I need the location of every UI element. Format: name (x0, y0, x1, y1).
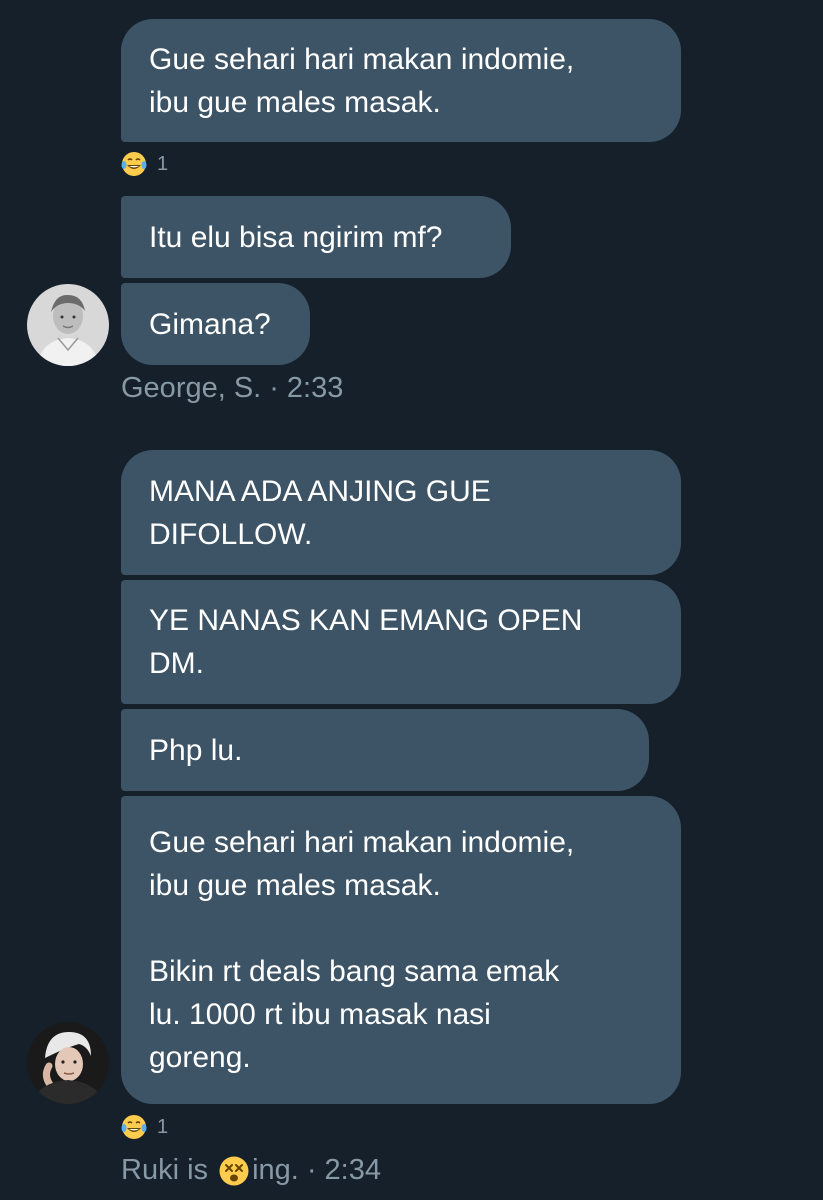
avatar[interactable] (27, 1022, 109, 1104)
reaction-count: 1 (157, 1115, 169, 1138)
sender-name-suffix: ing. (252, 1154, 299, 1186)
timestamp: 2:33 (286, 372, 344, 404)
message-text: Gue sehari hari makan indomie, ibu gue m… (149, 42, 575, 119)
tears-of-joy-icon (121, 1114, 147, 1140)
sender-name: Ruki is (121, 1154, 217, 1186)
message-text: Itu elu bisa ngirim mf? (149, 220, 443, 254)
message-text: YE NANAS KAN EMANG OPEN DM. (149, 604, 583, 680)
message-bubble[interactable]: Gue sehari hari makan indomie, ibu gue m… (121, 19, 681, 142)
avatar[interactable] (27, 284, 109, 366)
reaction[interactable]: 1 (121, 1114, 168, 1140)
tears-of-joy-icon (121, 151, 147, 177)
reaction[interactable]: 1 (121, 151, 168, 177)
message-bubble[interactable]: Gimana? (121, 283, 310, 365)
message-bubble[interactable]: MANA ADA ANJING GUE DIFOLLOW. (121, 450, 681, 575)
message-meta: George, S. · 2:33 (121, 372, 343, 405)
message-text: MANA ADA ANJING GUE DIFOLLOW. (149, 474, 491, 551)
message-text: Gue sehari hari makan indomie, ibu gue m… (149, 826, 575, 1074)
message-bubble[interactable]: Itu elu bisa ngirim mf? (121, 196, 511, 278)
separator: · (306, 1154, 317, 1186)
message-bubble[interactable]: Gue sehari hari makan indomie, ibu gue m… (121, 796, 681, 1104)
separator: · (269, 372, 279, 404)
reaction-count: 1 (157, 152, 169, 175)
message-text: Gimana? (149, 307, 271, 341)
sender-name: George, S. (121, 372, 262, 404)
message-bubble[interactable]: YE NANAS KAN EMANG OPEN DM. (121, 580, 681, 704)
message-bubble[interactable]: Php lu. (121, 709, 649, 791)
dizzy-face-icon (218, 1155, 250, 1187)
message-text: Php lu. (149, 733, 243, 767)
message-meta: Ruki is ing. · 2:34 (121, 1154, 381, 1187)
timestamp: 2:34 (324, 1154, 381, 1186)
